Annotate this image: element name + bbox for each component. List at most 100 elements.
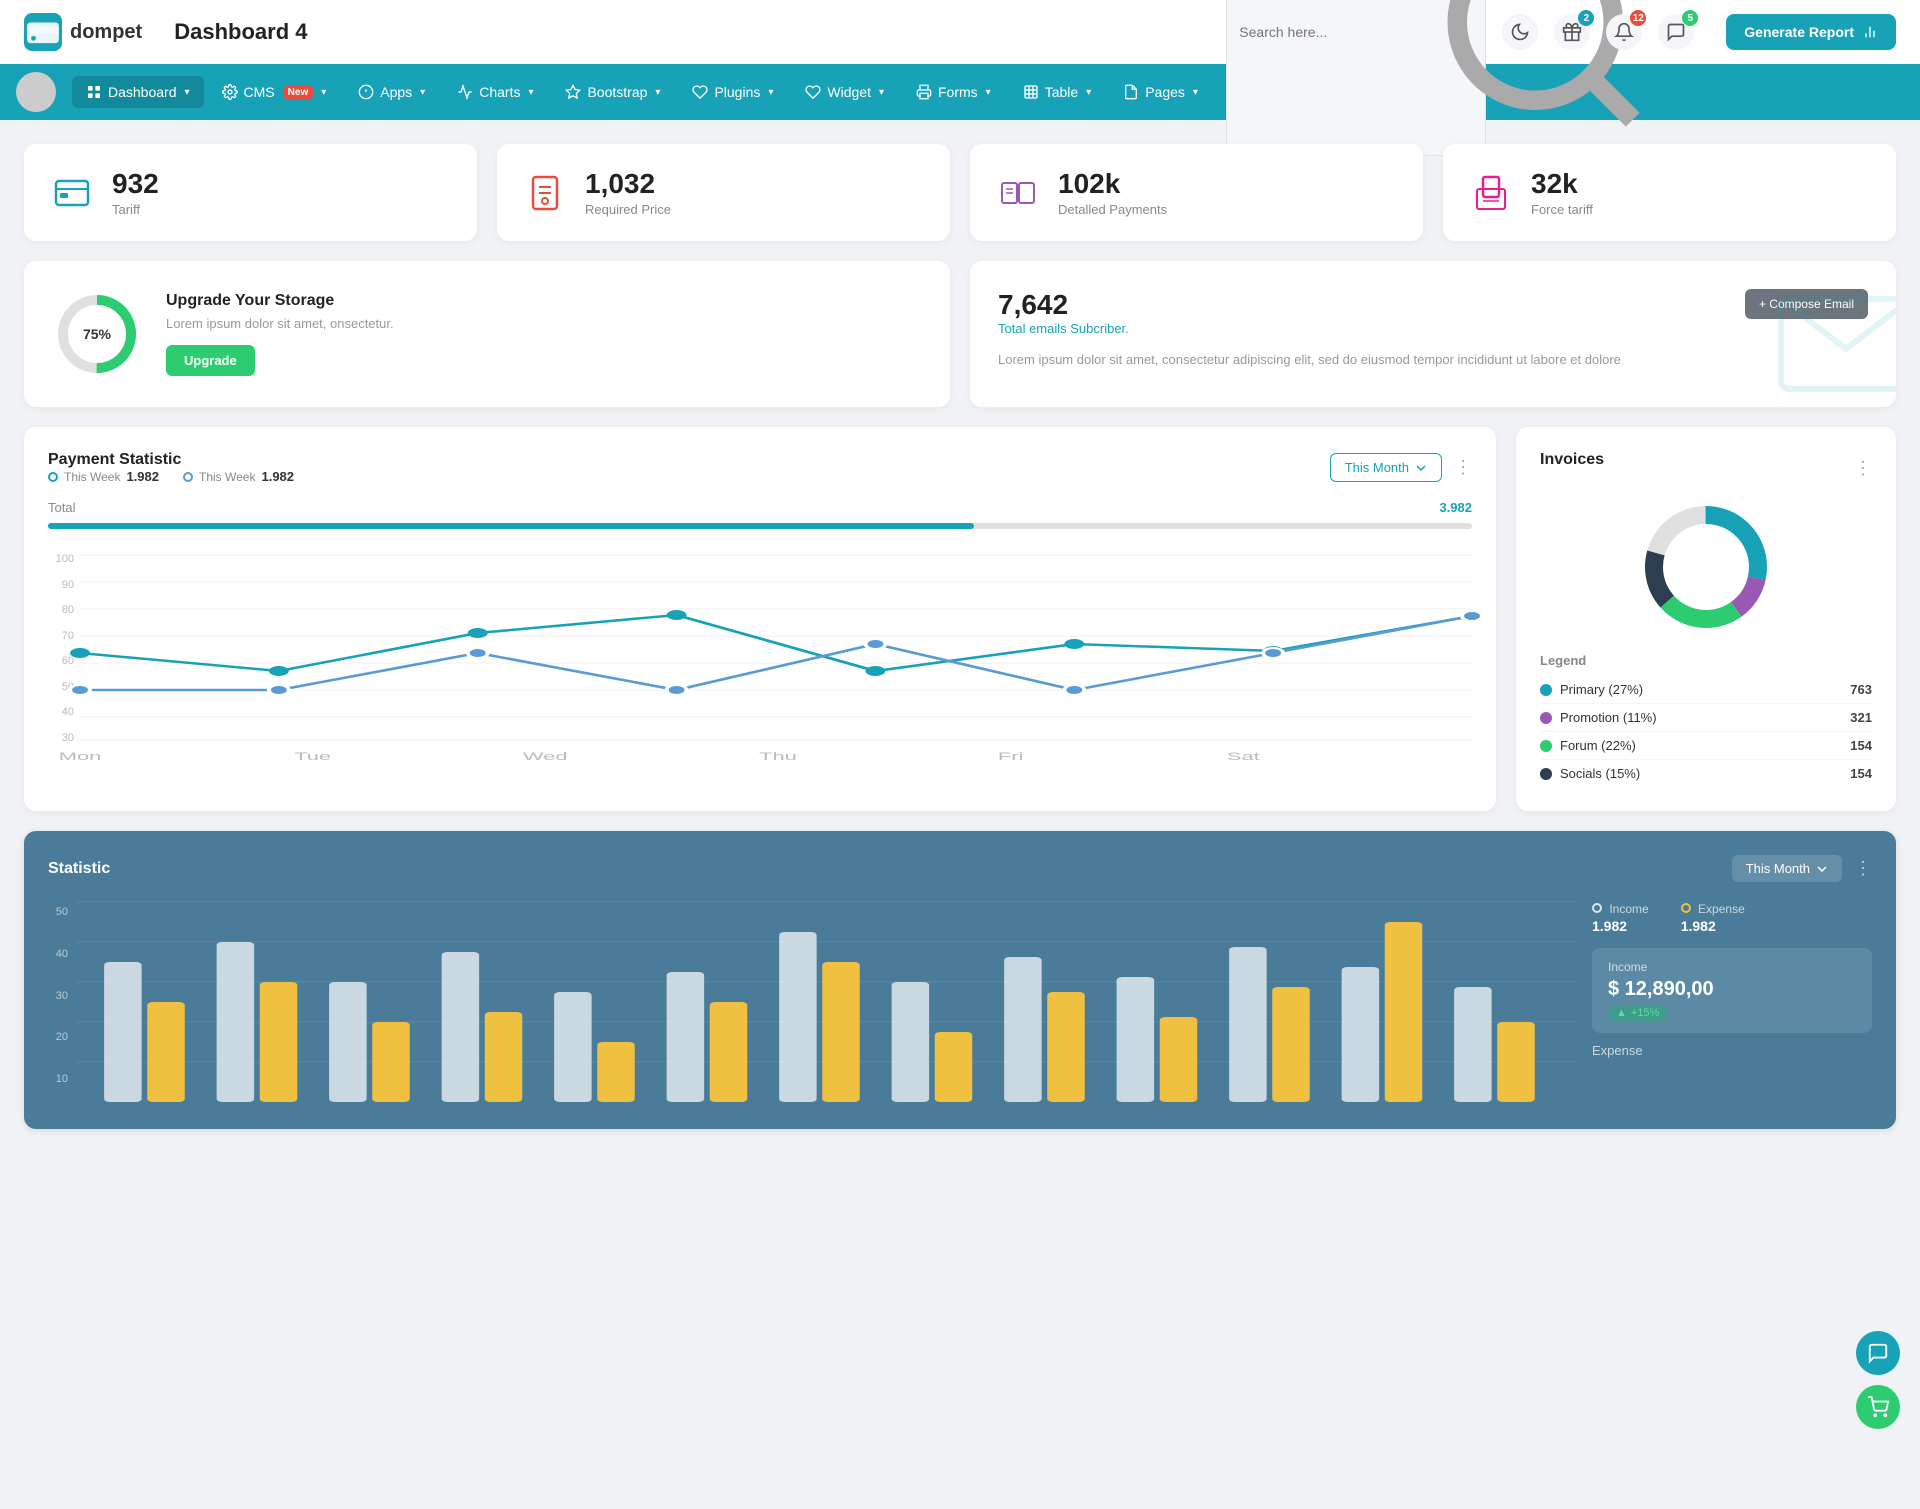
payments-number: 102k (1058, 168, 1167, 200)
chat-badge: 5 (1682, 10, 1698, 26)
apps-icon (358, 84, 374, 100)
nav-item-widget[interactable]: Widget ▾ (791, 76, 898, 108)
bell-badge: 12 (1630, 10, 1646, 26)
legend-primary: Primary (27%) 763 (1540, 676, 1872, 704)
income-detail-label: Income (1608, 960, 1856, 974)
legend-val-1: 1.982 (126, 469, 159, 484)
bar-y-axis: 50 40 30 20 10 (48, 902, 76, 1105)
bar-chart-svg (76, 902, 1576, 1102)
nav-item-apps[interactable]: Apps ▾ (344, 76, 439, 108)
legend-label-1: This Week (64, 470, 120, 484)
this-month-filter-button[interactable]: This Month (1330, 453, 1442, 482)
legend-primary-left: Primary (27%) (1540, 682, 1643, 697)
generate-report-button[interactable]: Generate Report (1726, 14, 1896, 50)
tariff-label: Tariff (112, 202, 159, 217)
nav-item-bootstrap[interactable]: Bootstrap ▾ (551, 76, 674, 108)
gift-badge: 2 (1578, 10, 1594, 26)
storage-title: Upgrade Your Storage (166, 292, 394, 310)
legend-dot-blue (183, 472, 193, 482)
income-detail-panel: Income $ 12,890,00 ▲ +15% (1592, 948, 1872, 1033)
nav-item-plugins[interactable]: Plugins ▾ (678, 76, 787, 108)
bell-button[interactable]: 12 (1606, 14, 1642, 50)
stat-filter-arrow (1816, 863, 1828, 875)
socials-label: Socials (15%) (1560, 766, 1640, 781)
cart-button[interactable] (1856, 1385, 1900, 1429)
charts-icon (457, 84, 473, 100)
support-button[interactable] (1856, 1331, 1900, 1375)
chart-legend: This Week 1.982 This Week 1.982 (48, 469, 294, 484)
chart-row: Payment Statistic This Week 1.982 This W… (24, 427, 1896, 811)
filter-label: This Month (1345, 460, 1409, 475)
filter-dropdown-icon (1415, 462, 1427, 474)
chart-menu-dots[interactable]: ⋮ (1454, 457, 1472, 478)
price-icon (521, 169, 569, 217)
nav-item-pages[interactable]: Pages ▾ (1109, 76, 1212, 108)
bar-chart-area: 50 40 30 20 10 (48, 902, 1576, 1105)
legend-forum: Forum (22%) 154 (1540, 732, 1872, 760)
legend-item-1: This Week 1.982 (48, 469, 159, 484)
nav-arrow-plugins: ▾ (768, 87, 773, 98)
statistic-title: Statistic (48, 860, 110, 878)
force-number: 32k (1531, 168, 1593, 200)
stat-card-force: 32k Force tariff (1443, 144, 1896, 241)
nav-item-cms[interactable]: CMS New ▾ (208, 76, 341, 108)
nav-item-dashboard[interactable]: Dashboard ▾ (72, 76, 204, 108)
total-value: 3.982 (1439, 500, 1472, 515)
invoices-title: Invoices (1540, 451, 1604, 469)
statistic-bottom: 50 40 30 20 10 (48, 902, 1872, 1105)
total-label: Total (48, 500, 75, 515)
expense-label: Expense (1698, 902, 1745, 916)
nav-avatar (16, 72, 56, 112)
header-icons: 2 12 5 Generate Report (1502, 14, 1896, 50)
nav-label-bootstrap: Bootstrap (587, 84, 647, 100)
stat-filter-label: This Month (1746, 861, 1810, 876)
tariff-info: 932 Tariff (112, 168, 159, 217)
income-expense-legend: Income 1.982 Expense 1.982 (1592, 902, 1872, 934)
socials-dot (1540, 768, 1552, 780)
line-chart-area: Mon Tue Wed Thu Fri Sat (80, 545, 1472, 768)
storage-info: Upgrade Your Storage Lorem ipsum dolor s… (166, 292, 394, 376)
moon-button[interactable] (1502, 14, 1538, 50)
payments-info: 102k Detalled Payments (1058, 168, 1167, 217)
gift-icon (1562, 22, 1582, 42)
y-label-100: 100 (48, 553, 74, 565)
dashboard-icon (86, 84, 102, 100)
forum-dot (1540, 740, 1552, 752)
logo-icon (24, 13, 62, 51)
legend-dot-teal (48, 472, 58, 482)
cms-badge: New (283, 86, 314, 99)
nav-arrow-dashboard: ▾ (185, 87, 190, 98)
gift-button[interactable]: 2 (1554, 14, 1590, 50)
bar-chart-icon (1862, 24, 1878, 40)
upgrade-button[interactable]: Upgrade (166, 345, 255, 376)
income-badge-text: +15% (1631, 1007, 1659, 1019)
income-dot (1592, 903, 1602, 913)
invoices-menu-dots[interactable]: ⋮ (1854, 458, 1872, 479)
nav-label-plugins: Plugins (714, 84, 760, 100)
y-label-90: 90 (48, 579, 74, 591)
nav-item-charts[interactable]: Charts ▾ (443, 76, 547, 108)
statistic-menu-dots[interactable]: ⋮ (1854, 858, 1872, 879)
expense-item: Expense 1.982 (1681, 902, 1745, 934)
nav-label-cms: CMS (244, 84, 275, 100)
cms-icon (222, 84, 238, 100)
nav-item-table[interactable]: Table ▾ (1009, 76, 1106, 108)
force-label: Force tariff (1531, 202, 1593, 217)
nav-item-forms[interactable]: Forms ▾ (902, 76, 1005, 108)
statistic-card: Statistic This Month ⋮ 50 40 30 20 10 (24, 831, 1896, 1129)
statistic-month-filter[interactable]: This Month (1732, 855, 1842, 882)
x-label-mon: Mon (59, 750, 102, 763)
legend-promotion-left: Promotion (11%) (1540, 710, 1657, 725)
chat-button[interactable]: 5 (1658, 14, 1694, 50)
y-label-70: 70 (48, 630, 74, 642)
email-subtitle: Total emails Subcriber. (998, 321, 1129, 336)
nav-label-dashboard: Dashboard (108, 84, 177, 100)
stat-card-tariff: 932 Tariff (24, 144, 477, 241)
force-icon (1467, 169, 1515, 217)
expense-value: 1.982 (1681, 918, 1745, 934)
search-input[interactable] (1239, 24, 1420, 40)
nav-arrow-widget: ▾ (879, 87, 884, 98)
x-label-thu: Thu (759, 750, 797, 763)
email-count: 7,642 (998, 289, 1129, 321)
nav-arrow-bootstrap: ▾ (655, 87, 660, 98)
